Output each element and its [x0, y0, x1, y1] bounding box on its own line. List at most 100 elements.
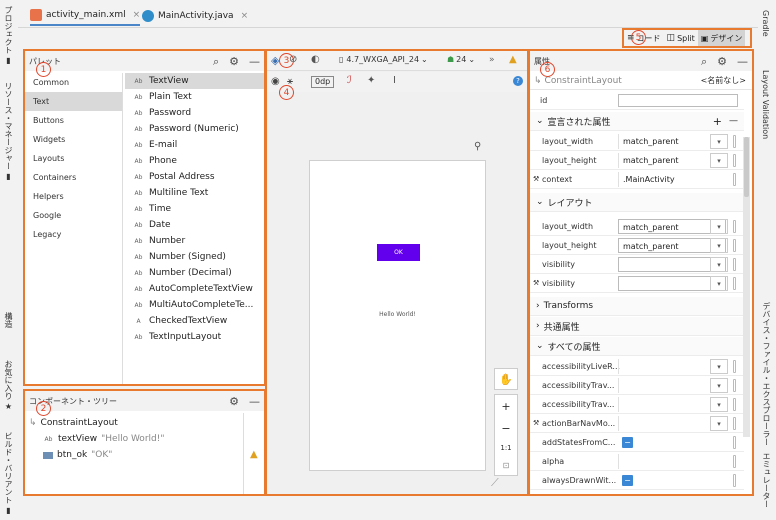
resource-picker[interactable]: [733, 173, 736, 186]
minimize-icon[interactable]: —: [737, 55, 748, 69]
palette-category[interactable]: Google: [25, 206, 122, 225]
resource-picker[interactable]: [733, 239, 736, 252]
palette-widget[interactable]: Ab Password (Numeric): [125, 121, 264, 137]
dropdown-button[interactable]: ▾: [710, 397, 728, 412]
resource-picker[interactable]: [733, 417, 736, 430]
default-margin-field[interactable]: 0dp: [311, 76, 335, 88]
palette-widget[interactable]: Ab Multiline Text: [125, 185, 264, 201]
tree-root-row[interactable]: ↳ ConstraintLayout: [29, 415, 243, 431]
add-icon[interactable]: +: [713, 115, 722, 128]
transforms-section[interactable]: › Transforms: [530, 297, 744, 316]
attributes-scrollbar[interactable]: [743, 137, 750, 437]
design-mode-button[interactable]: ▣ デザイン: [697, 30, 746, 46]
resource-picker[interactable]: [733, 398, 736, 411]
infer-constraints-icon[interactable]: ✦: [367, 75, 375, 86]
attr-value[interactable]: [618, 416, 715, 431]
resource-picker[interactable]: [733, 379, 736, 392]
palette-widget[interactable]: Ab MultiAutoCompleteTe...: [125, 297, 264, 313]
palette-widget[interactable]: Ab TextInputLayout: [125, 329, 264, 345]
attr-value[interactable]: match_parent: [618, 153, 715, 168]
palette-widget[interactable]: Ab Postal Address: [125, 169, 264, 185]
palette-widget[interactable]: Ab Phone: [125, 153, 264, 169]
palette-category[interactable]: Layouts: [25, 149, 122, 168]
palette-category[interactable]: Widgets: [25, 130, 122, 149]
all-attributes-section[interactable]: ⌄ すべての属性: [530, 337, 744, 356]
minimize-icon[interactable]: —: [249, 395, 260, 408]
palette-widget[interactable]: Ab Time: [125, 201, 264, 217]
minimize-icon[interactable]: —: [249, 55, 260, 69]
palette-widget[interactable]: A CheckedTextView: [125, 313, 264, 329]
pan-hand-icon[interactable]: ✋: [494, 368, 518, 390]
resource-picker[interactable]: [733, 455, 736, 468]
fit-screen-icon[interactable]: ⊡: [503, 461, 510, 470]
zoom-out-button[interactable]: −: [501, 422, 510, 435]
favorites-tool-button[interactable]: お気に入り ★: [3, 360, 14, 411]
dropdown-button[interactable]: ▾: [710, 134, 728, 149]
tree-row-textview[interactable]: Ab textView "Hello World!": [29, 431, 243, 447]
palette-widget[interactable]: Ab Plain Text: [125, 89, 264, 105]
checkbox[interactable]: −: [622, 475, 633, 486]
resource-picker[interactable]: [733, 360, 736, 373]
gradle-tool-button[interactable]: Gradle: [761, 10, 770, 37]
tab-main-activity[interactable]: MainActivity.java ×: [142, 6, 248, 26]
device-preview[interactable]: OK Hello World!: [309, 160, 486, 471]
resource-picker[interactable]: [733, 154, 736, 167]
pin-icon[interactable]: ⚲: [474, 141, 481, 152]
attr-value[interactable]: [618, 378, 715, 393]
dropdown-button[interactable]: ▾: [710, 257, 728, 272]
warning-icon[interactable]: ▲: [509, 54, 517, 65]
zoom-in-button[interactable]: +: [501, 400, 510, 413]
palette-widget[interactable]: Ab Number (Signed): [125, 249, 264, 265]
palette-category[interactable]: Helpers: [25, 187, 122, 206]
resource-picker[interactable]: [733, 258, 736, 271]
dropdown-button[interactable]: ▾: [710, 416, 728, 431]
palette-category[interactable]: Legacy: [25, 225, 122, 244]
search-icon[interactable]: ⌕: [701, 55, 707, 69]
resource-picker[interactable]: [733, 135, 736, 148]
eye-icon[interactable]: ◉: [271, 76, 280, 87]
palette-widget[interactable]: Ab TextView: [125, 73, 264, 89]
dropdown-button[interactable]: ▾: [710, 276, 728, 291]
id-input[interactable]: [618, 94, 738, 107]
night-mode-icon[interactable]: ◐: [311, 54, 320, 65]
project-tool-button[interactable]: プロジェクト ▮: [3, 6, 14, 65]
resource-picker[interactable]: [733, 220, 736, 233]
guidelines-icon[interactable]: I: [393, 75, 396, 86]
zoom-reset-button[interactable]: 1:1: [500, 444, 511, 452]
checkbox[interactable]: −: [622, 437, 633, 448]
dropdown-button[interactable]: ▾: [710, 378, 728, 393]
palette-widget[interactable]: Ab AutoCompleteTextView: [125, 281, 264, 297]
build-variants-tool-button[interactable]: ビルド・バリアント ▮: [3, 432, 14, 515]
device-selector[interactable]: ▯ 4.7_WXGA_API_24 ⌄: [339, 55, 428, 64]
declared-attributes-section[interactable]: ⌄ 宣言された属性 + —: [530, 112, 744, 131]
attr-value[interactable]: [618, 454, 715, 469]
resize-handle-icon[interactable]: ⟋: [491, 476, 499, 490]
clear-constraints-icon[interactable]: ℐ: [347, 75, 352, 86]
palette-category[interactable]: Containers: [25, 168, 122, 187]
palette-widget[interactable]: Ab Number: [125, 233, 264, 249]
palette-category[interactable]: Text: [25, 92, 122, 111]
dropdown-button[interactable]: ▾: [710, 219, 728, 234]
palette-widget[interactable]: Ab Password: [125, 105, 264, 121]
resource-picker[interactable]: [733, 277, 736, 290]
remove-icon[interactable]: —: [729, 116, 738, 126]
ok-button-preview[interactable]: OK: [377, 244, 420, 261]
device-explorer-tool-button[interactable]: デバイス・ファイル・エクスプローラー: [761, 302, 772, 446]
help-icon[interactable]: ?: [513, 76, 523, 86]
palette-widget[interactable]: Ab E-mail: [125, 137, 264, 153]
api-selector[interactable]: ☗ 24 ⌄: [447, 55, 475, 64]
gear-icon[interactable]: ⚙: [229, 55, 239, 69]
palette-widget[interactable]: Ab Date: [125, 217, 264, 233]
hello-text-preview[interactable]: Hello World!: [310, 311, 485, 318]
attr-value[interactable]: .MainActivity: [618, 172, 715, 187]
resource-manager-tool-button[interactable]: リソース・マネージャー ▮: [3, 82, 14, 181]
gear-icon[interactable]: ⚙: [717, 55, 727, 69]
tab-activity-main[interactable]: activity_main.xml ×: [30, 6, 141, 26]
layout-section[interactable]: ⌄ レイアウト: [530, 193, 744, 212]
common-attributes-section[interactable]: › 共通属性: [530, 317, 744, 336]
palette-category[interactable]: Buttons: [25, 111, 122, 130]
attr-value[interactable]: [618, 397, 715, 412]
layout-validation-tool-button[interactable]: Layout Validation: [761, 70, 770, 139]
dropdown-button[interactable]: ▾: [710, 238, 728, 253]
emulator-tool-button[interactable]: エミュレーター: [761, 452, 772, 508]
